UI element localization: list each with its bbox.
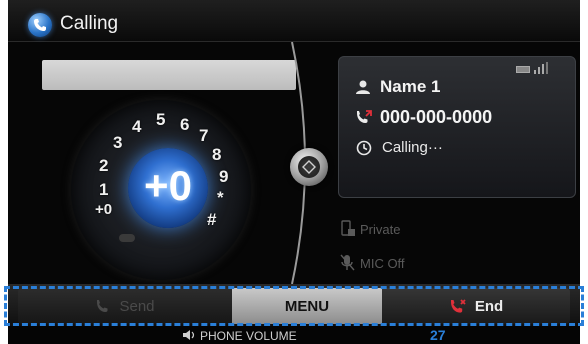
page-title: Calling (60, 13, 119, 34)
speaker-icon (183, 330, 195, 340)
dial-center-value: +0 (144, 162, 192, 209)
dial-key-6[interactable]: 6 (180, 115, 189, 135)
end-label: End (474, 297, 504, 315)
private-option[interactable]: Private (360, 222, 400, 237)
signal-strength-icon (534, 62, 548, 74)
knob-diamond-icon (302, 160, 316, 174)
call-status: Calling··· (382, 139, 443, 156)
battery-icon (516, 66, 530, 73)
dial-key-8[interactable]: 8 (212, 145, 221, 165)
dial-key-plus-zero[interactable]: +0 (95, 201, 112, 218)
rotary-knob[interactable] (290, 148, 328, 186)
dial-key-5[interactable]: 5 (156, 110, 165, 130)
dial-key-7[interactable]: 7 (199, 126, 208, 146)
menu-button[interactable]: MENU (232, 288, 382, 324)
clock-icon (356, 140, 372, 156)
end-call-button[interactable]: End (382, 288, 570, 324)
dial-delete-key[interactable] (119, 234, 135, 242)
contact-name: Name 1 (380, 77, 441, 96)
dial-key-9[interactable]: 9 (219, 167, 228, 187)
dial-key-1[interactable]: 1 (99, 180, 108, 200)
send-button[interactable]: Send (18, 288, 232, 324)
phone-number: 000-000-0000 (380, 107, 493, 127)
mic-off-icon (340, 254, 355, 271)
dial-key-4[interactable]: 4 (132, 117, 141, 137)
dialed-number-field[interactable] (42, 60, 296, 90)
dial-key-star[interactable]: * (217, 188, 224, 208)
mic-off-option[interactable]: MIC Off (360, 256, 405, 271)
contact-person-icon (356, 80, 370, 94)
phone-call-icon (28, 13, 52, 37)
volume-label: PHONE VOLUME (200, 329, 297, 343)
outgoing-call-icon (357, 110, 372, 123)
head-unit-screen: Calling +0 +0 1 2 3 4 5 6 7 8 9 * # Name… (8, 0, 580, 344)
private-mode-icon (341, 220, 355, 236)
send-label: Send (119, 297, 155, 315)
dial-key-hash[interactable]: # (207, 210, 216, 230)
dial-key-3[interactable]: 3 (113, 133, 122, 153)
volume-value: 27 (430, 327, 446, 343)
end-call-icon (450, 299, 466, 313)
dial-key-2[interactable]: 2 (99, 156, 108, 176)
menu-label: MENU (284, 297, 330, 315)
send-call-icon (97, 300, 108, 312)
